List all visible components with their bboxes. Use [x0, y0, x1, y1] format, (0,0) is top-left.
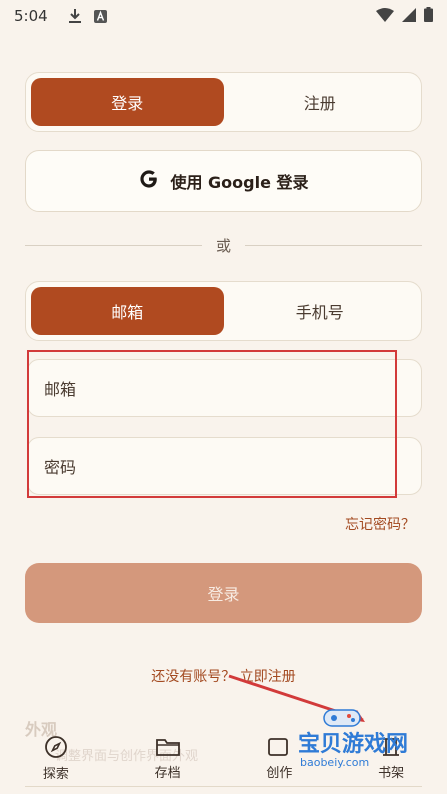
- tab-phone[interactable]: 手机号: [224, 287, 417, 335]
- nav-shelf[interactable]: 书架: [335, 728, 447, 788]
- login-button[interactable]: 登录: [25, 563, 422, 623]
- email-field[interactable]: 邮箱: [27, 359, 422, 417]
- folder-icon: [155, 736, 181, 758]
- wifi-icon: [376, 7, 394, 26]
- nav-explore-label: 探索: [42, 766, 69, 782]
- forgot-password-link[interactable]: 忘记密码？: [345, 514, 415, 534]
- nav-explore[interactable]: 探索: [0, 728, 112, 788]
- bottom-strip: [25, 786, 422, 794]
- tab-email[interactable]: 邮箱: [31, 287, 224, 335]
- or-text: 或: [216, 236, 232, 255]
- or-divider: 或: [25, 235, 423, 255]
- create-icon: [267, 736, 291, 758]
- email-placeholder: 邮箱: [44, 380, 77, 399]
- shelf-icon: [379, 736, 403, 758]
- password-field[interactable]: 密码: [27, 437, 422, 495]
- download-icon: [68, 8, 82, 24]
- battery-icon: [424, 6, 433, 26]
- nav-create-label: 创作: [266, 765, 293, 781]
- tab-register[interactable]: 注册: [224, 78, 417, 126]
- nav-create[interactable]: 创作: [224, 728, 336, 788]
- signup-link[interactable]: 还没有账号？ 立即注册: [0, 666, 447, 686]
- google-login-button[interactable]: 使用 Google 登录: [25, 150, 422, 212]
- compass-icon: [44, 735, 68, 759]
- nav-archive[interactable]: 存档: [112, 728, 224, 788]
- signal-icon: [402, 7, 416, 26]
- auth-mode-tabs: 登录 注册: [25, 72, 422, 132]
- nav-archive-label: 存档: [154, 765, 181, 781]
- google-icon: [138, 168, 160, 194]
- a-text-icon: [93, 9, 107, 23]
- nav-shelf-label: 书架: [378, 765, 405, 781]
- bottom-nav: 探索 存档 创作 书架: [0, 728, 447, 788]
- status-time: 5:04: [14, 7, 48, 25]
- google-login-label: 使用 Google 登录: [170, 173, 309, 192]
- status-bar: 5:04: [0, 0, 447, 32]
- tab-login[interactable]: 登录: [31, 78, 224, 126]
- login-method-tabs: 邮箱 手机号: [25, 281, 422, 341]
- password-placeholder: 密码: [44, 458, 77, 477]
